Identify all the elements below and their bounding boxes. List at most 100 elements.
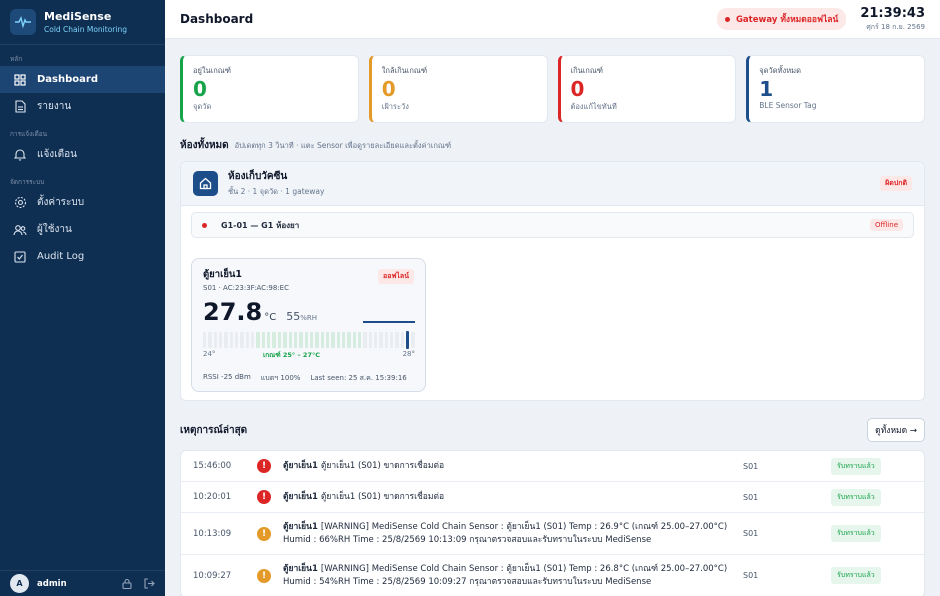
room-card: ห้องเก็บวัคซีน ชั้น 2 · 1 จุดวัด · 1 gat… <box>180 161 925 401</box>
room-status-badge: ผิดปกติ <box>880 176 912 191</box>
stat-sub: ต้องแก้ไขทันที <box>570 102 617 111</box>
alert-warning-icon: ! <box>257 526 271 541</box>
page-title: Dashboard <box>180 12 254 26</box>
sidebar-item-alerts[interactable]: แจ้งเตือน <box>0 141 165 168</box>
gateway-row[interactable]: G1-01 — G1 ห้องยา Offline <box>191 212 914 238</box>
sensor-card[interactable]: ตู้ยาเย็น1 S01 · AC:23:3F:AC:98:EC ออฟไล… <box>191 258 426 392</box>
sidebar-item-audit-log[interactable]: Audit Log <box>0 243 165 270</box>
ack-badge: รับทราบแล้ว <box>831 525 881 542</box>
gateway-name: G1-01 — G1 ห้องยา <box>221 220 300 230</box>
rooms-note: อัปเดตทุก 3 วินาที · แตะ Sensor เพื่อดูร… <box>234 140 452 150</box>
stat-label: ใกล้เกินเกณฑ์ <box>381 66 428 75</box>
stat-sub: จุดวัด <box>193 102 212 111</box>
status-dot-icon <box>724 16 730 22</box>
stat-sub: เฝ้าระวัง <box>381 102 409 111</box>
rooms-title: ห้องทั้งหมด <box>180 140 229 151</box>
humidity-unit: %RH <box>300 314 317 322</box>
event-time: 10:13:09 <box>193 528 232 539</box>
event-sensor: S01 <box>743 529 759 538</box>
stat-value: 1 <box>759 77 774 101</box>
range-bar <box>203 332 415 348</box>
event-message: ตู้ยาเย็น1 ตู้ยาเย็น1 (S01) ขาดการเชื่อมต… <box>283 460 743 473</box>
logout-icon[interactable] <box>144 574 155 593</box>
sidebar-section-admin: จัดการระบบ <box>10 178 45 186</box>
temperature-unit: °C <box>264 312 277 323</box>
sidebar: MediSense Cold Chain Monitoring หลัก Das… <box>0 0 165 596</box>
current-value-marker <box>406 331 409 349</box>
event-message: ตู้ยาเย็น1 [WARNING] MediSense Cold Chain… <box>283 521 743 547</box>
sensor-rssi: RSSI -25 dBm <box>203 373 251 381</box>
stat-card-near-limit[interactable]: ใกล้เกินเกณฑ์ 0 เฝ้าระวัง <box>368 55 548 123</box>
range-max: 28° <box>402 350 415 358</box>
sidebar-item-users[interactable]: ผู้ใช้งาน <box>0 216 165 243</box>
alert-warning-icon: ! <box>257 568 271 583</box>
range-label: เกณฑ์ 25° – 27°C <box>263 351 320 359</box>
avatar[interactable]: A <box>10 574 29 593</box>
status-dot-icon <box>202 222 207 228</box>
range-scale: 24° เกณฑ์ 25° – 27°C 28° <box>203 350 415 359</box>
event-row[interactable]: 10:13:09 ! ตู้ยาเย็น1 [WARNING] MediSense… <box>181 513 924 555</box>
event-time: 15:46:00 <box>193 461 232 471</box>
user-panel: A admin <box>0 570 165 596</box>
sidebar-item-label: ผู้ใช้งาน <box>37 224 72 235</box>
events-title: เหตุการณ์ล่าสุด <box>180 424 248 436</box>
sidebar-item-settings[interactable]: ตั้งค่าระบบ <box>0 189 165 216</box>
stat-cards: อยู่ในเกณฑ์ 0 จุดวัด ใกล้เกินเกณฑ์ 0 เฝ้… <box>165 39 940 123</box>
sidebar-item-dashboard[interactable]: Dashboard <box>0 66 165 93</box>
rooms-section-header: ห้องทั้งหมด อัปเดตทุก 3 วินาที · แตะ Sen… <box>165 138 940 153</box>
events-section-header: เหตุการณ์ล่าสุด ดูทั้งหมด → <box>165 418 940 442</box>
event-message: ตู้ยาเย็น1 [WARNING] MediSense Cold Chain… <box>283 563 743 589</box>
event-text-line2: Humid : 66%RH Time : 25/8/2569 10:13:09 … <box>283 534 652 545</box>
event-time: 10:20:01 <box>193 492 232 502</box>
gateway-status-badge: Offline <box>870 219 903 231</box>
room-header[interactable]: ห้องเก็บวัคซีน ชั้น 2 · 1 จุดวัด · 1 gat… <box>181 162 924 206</box>
event-row[interactable]: 15:46:00 ! ตู้ยาเย็น1 ตู้ยาเย็น1 (S01) ขา… <box>181 451 924 482</box>
bell-icon <box>12 147 28 163</box>
gateway-status-text: Gateway ทั้งหมดออฟไลน์ <box>735 15 839 25</box>
stat-label: เกินเกณฑ์ <box>570 66 604 75</box>
stat-card-over-limit[interactable]: เกินเกณฑ์ 0 ต้องแก้ไขทันที <box>557 55 737 123</box>
sensor-battery: แบตฯ 100% <box>260 374 301 382</box>
sidebar-section-alerts: การแจ้งเตือน <box>10 130 48 138</box>
see-all-button[interactable]: ดูทั้งหมด → <box>867 418 925 442</box>
sensor-footer: RSSI -25 dBm แบตฯ 100% Last seen: 25 ส.ค… <box>203 373 418 384</box>
brand[interactable]: MediSense Cold Chain Monitoring <box>0 0 165 45</box>
sidebar-item-label: รายงาน <box>37 101 72 112</box>
ack-badge: รับทราบแล้ว <box>831 488 881 506</box>
sensor-last-seen: Last seen: 25 ส.ค. 15:39:16 <box>310 374 407 382</box>
stat-sub: BLE Sensor Tag <box>759 101 817 110</box>
event-device: ตู้ยาเย็น1 <box>283 563 318 574</box>
room-name: ห้องเก็บวัคซีน <box>228 171 288 182</box>
event-row[interactable]: 10:20:01 ! ตู้ยาเย็น1 ตู้ยาเย็น1 (S01) ขา… <box>181 482 924 513</box>
home-icon <box>193 171 218 196</box>
sidebar-item-label: แจ้งเตือน <box>37 149 77 160</box>
pulse-logo-icon <box>10 9 36 35</box>
stat-card-total[interactable]: จุดวัดทั้งหมด 1 BLE Sensor Tag <box>746 55 925 123</box>
brand-name: MediSense <box>44 10 112 23</box>
gateway-status-badge[interactable]: Gateway ทั้งหมดออฟไลน์ <box>716 8 847 30</box>
sensor-id: S01 · AC:23:3F:AC:98:EC <box>203 284 289 292</box>
event-row[interactable]: 10:09:27 ! ตู้ยาเย็น1 [WARNING] MediSense… <box>181 555 924 596</box>
event-sensor: S01 <box>743 461 759 471</box>
lock-icon[interactable] <box>122 574 132 593</box>
room-sub: ชั้น 2 · 1 จุดวัด · 1 gateway <box>228 187 325 196</box>
event-device: ตู้ยาเย็น1 <box>283 491 318 502</box>
event-time: 10:09:27 <box>193 570 232 581</box>
humidity-value: 55 <box>286 310 301 323</box>
ack-badge: รับทราบแล้ว <box>831 457 881 475</box>
clock: 21:39:43 ศุกร์ 18 ก.ย. 2569 <box>860 6 925 33</box>
sidebar-item-reports[interactable]: รายงาน <box>0 93 165 120</box>
sidebar-section-main: หลัก <box>10 55 23 63</box>
user-name: admin <box>37 578 67 589</box>
trend-sparkline <box>363 321 415 323</box>
stat-value: 0 <box>570 77 585 101</box>
range-min: 24° <box>203 350 216 358</box>
stat-value: 0 <box>193 77 207 101</box>
event-text-line2: Humid : 54%RH Time : 25/8/2569 10:09:27 … <box>283 576 652 587</box>
users-icon <box>12 222 28 238</box>
clock-date: ศุกร์ 18 ก.ย. 2569 <box>866 22 925 31</box>
grid-icon <box>12 72 28 88</box>
stat-card-in-range[interactable]: อยู่ในเกณฑ์ 0 จุดวัด <box>180 55 359 123</box>
ack-badge: รับทราบแล้ว <box>831 567 881 584</box>
sidebar-item-label: Audit Log <box>37 251 85 262</box>
